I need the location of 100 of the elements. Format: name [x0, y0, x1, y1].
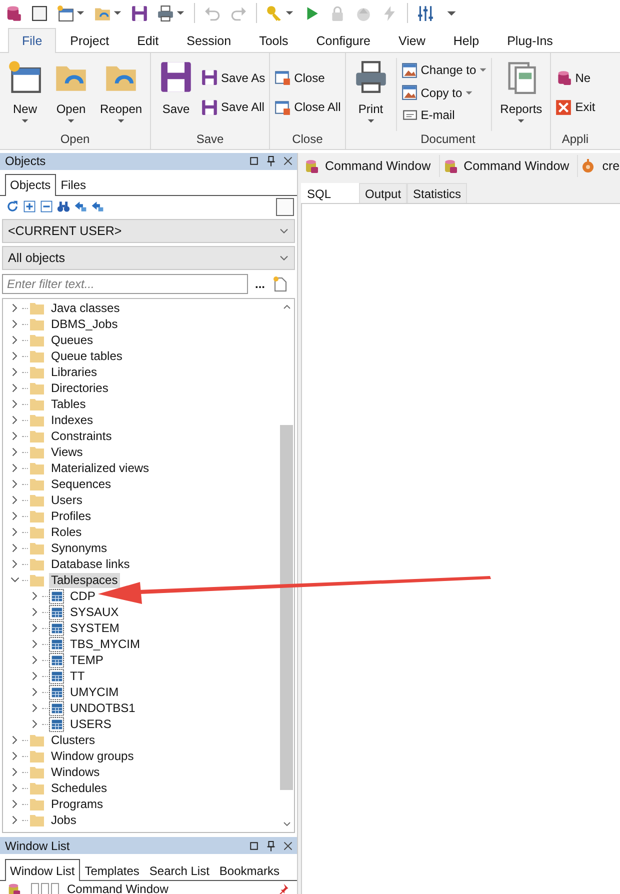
tree-item[interactable]: Jobs: [49, 812, 78, 828]
ribbon-button[interactable]: Copy to: [398, 82, 490, 102]
tree-item[interactable]: Schedules: [49, 780, 110, 796]
folder-icon: [29, 332, 45, 348]
tree-item[interactable]: SYSTEM: [68, 620, 122, 636]
ribbon-button[interactable]: Close All: [272, 97, 343, 118]
tree-item[interactable]: CDP: [68, 588, 98, 604]
ribbon-button[interactable]: E-mail: [398, 104, 490, 125]
editor-tab[interactable]: Output: [359, 183, 408, 203]
tree-item[interactable]: Roles: [49, 524, 84, 540]
owner-dropdown[interactable]: <CURRENT USER>: [2, 218, 295, 243]
new-document-icon[interactable]: [272, 276, 288, 292]
tree-item[interactable]: Profiles: [49, 508, 94, 524]
panel-tab[interactable]: Search List: [144, 860, 214, 880]
pin-icon[interactable]: [265, 840, 277, 852]
tree-item[interactable]: Queue tables: [49, 348, 124, 364]
close-icon[interactable]: [282, 840, 294, 852]
restore-icon[interactable]: [248, 155, 260, 168]
binoculars-icon[interactable]: [57, 200, 70, 214]
ribbon-button[interactable]: Change to: [398, 60, 490, 80]
tree-item[interactable]: UMYCIM: [68, 684, 121, 700]
tree-item[interactable]: Database links: [49, 556, 132, 572]
panel-tab[interactable]: Window List: [5, 859, 80, 882]
tree-item[interactable]: Queues: [49, 332, 96, 348]
folder-icon: [29, 444, 45, 460]
tree-item[interactable]: Tablespaces: [49, 572, 120, 588]
ribbon-tab[interactable]: View: [384, 28, 440, 53]
expand-icon[interactable]: [23, 200, 36, 214]
collapse-icon[interactable]: [40, 200, 53, 214]
panel-tab[interactable]: Objects: [5, 174, 56, 196]
tree-item[interactable]: UNDOTBS1: [68, 700, 138, 716]
ribbon-tab[interactable]: Session: [172, 28, 246, 53]
tree-item[interactable]: Windows: [49, 764, 102, 780]
pushpin-icon[interactable]: [277, 883, 289, 894]
ribbon-button[interactable]: Save All: [199, 97, 268, 118]
tree-item[interactable]: Programs: [49, 796, 106, 812]
folder-icon: [29, 348, 45, 364]
tree-item[interactable]: TT: [68, 668, 87, 684]
toggle-button[interactable]: [276, 198, 294, 216]
tablespace-icon: [49, 700, 64, 716]
ribbon-tab[interactable]: Edit: [123, 28, 173, 53]
tree-item[interactable]: Constraints: [49, 428, 114, 444]
ribbon-button[interactable]: Exit: [553, 97, 598, 118]
tree-item[interactable]: Libraries: [49, 364, 100, 380]
tree-item[interactable]: DBMS_Jobs: [49, 316, 120, 332]
refresh-icon[interactable]: [6, 200, 19, 214]
printer-icon[interactable]: [157, 4, 174, 22]
tree-item[interactable]: SYSAUX: [68, 604, 121, 620]
editor-tab[interactable]: SQL: [301, 183, 360, 203]
tree-item[interactable]: TBS_MYCIM: [68, 636, 142, 652]
tree-item[interactable]: Synonyms: [49, 540, 110, 556]
tablespace-icon: [49, 684, 64, 700]
restore-icon[interactable]: [248, 840, 260, 852]
document-tab[interactable]: Command Window: [301, 155, 440, 177]
ribbon-tab[interactable]: Plug-Ins: [493, 28, 567, 53]
tree-item[interactable]: Tables: [49, 396, 88, 412]
document-tab[interactable]: Command Window: [440, 155, 578, 177]
arrows-icon[interactable]: [74, 200, 87, 214]
tree-item[interactable]: Users: [49, 492, 84, 508]
panel-tab[interactable]: Files: [56, 174, 92, 195]
type-dropdown[interactable]: All objects: [2, 246, 295, 270]
ribbon-button[interactable]: Reopen: [94, 58, 148, 130]
tree-item[interactable]: Clusters: [49, 732, 98, 748]
more-button[interactable]: ...: [252, 276, 268, 290]
ribbon-button[interactable]: Reports: [494, 58, 548, 130]
tree-item[interactable]: USERS: [68, 716, 114, 732]
ribbon-tab[interactable]: Configure: [302, 28, 384, 53]
ribbon-tab[interactable]: File: [8, 28, 56, 53]
ribbon-button[interactable]: Save As: [199, 68, 268, 88]
tree-item[interactable]: Window groups: [49, 748, 136, 764]
sliders-icon[interactable]: [417, 4, 434, 22]
close-icon[interactable]: [282, 155, 294, 168]
tree-item[interactable]: Java classes: [49, 300, 122, 316]
ribbon-button[interactable]: Close: [272, 68, 343, 88]
document-tab[interactable]: cre: [578, 155, 620, 177]
tree-item[interactable]: Materialized views: [49, 460, 152, 476]
tree-item[interactable]: Indexes: [49, 412, 96, 428]
panel-tab[interactable]: Templates: [80, 860, 144, 880]
ribbon-tab[interactable]: Help: [439, 28, 494, 53]
filter-field[interactable]: Enter filter text...: [2, 274, 248, 294]
ribbon-tab[interactable]: Tools: [245, 28, 302, 53]
tree-item[interactable]: Views: [49, 444, 85, 460]
ribbon-button[interactable]: Ne: [553, 68, 598, 88]
window-list-item[interactable]: Command Window: [67, 882, 168, 894]
ribbon-button[interactable]: Open: [48, 58, 94, 130]
ribbon-button[interactable]: Print: [348, 58, 394, 130]
editor-tab[interactable]: Statistics: [407, 183, 468, 203]
blank-square-icon[interactable]: [31, 4, 48, 22]
new-window-icon[interactable]: [57, 4, 74, 22]
panel-tab[interactable]: Bookmarks: [214, 860, 284, 880]
tree-item[interactable]: Sequences: [49, 476, 114, 492]
tree-item[interactable]: Directories: [49, 380, 110, 396]
caret-icon: [465, 90, 474, 96]
pin-icon[interactable]: [265, 155, 277, 168]
tree-item[interactable]: TEMP: [68, 652, 106, 668]
scrollbar-thumb[interactable]: [280, 425, 293, 790]
ribbon-tab[interactable]: Project: [56, 28, 124, 53]
ribbon-button[interactable]: New: [2, 58, 48, 130]
ribbon-button[interactable]: Save: [153, 58, 200, 130]
arrows-icon[interactable]: [91, 200, 104, 214]
